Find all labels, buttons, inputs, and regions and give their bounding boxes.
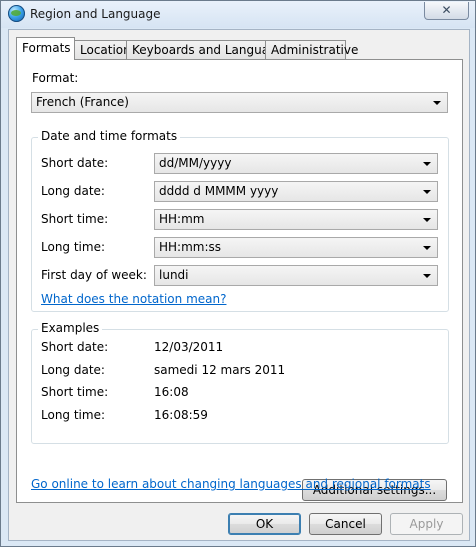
example-long-date-value: samedi 12 mars 2011 (154, 363, 286, 377)
example-short-date-value: 12/03/2011 (154, 340, 224, 354)
formats-panel: Format: French (France) Date and time fo… (16, 59, 463, 503)
chevron-down-icon (423, 162, 431, 166)
close-icon: ✕ (441, 3, 452, 17)
example-long-date-label: Long date: (41, 363, 105, 377)
chevron-down-icon (423, 274, 431, 278)
title-bar[interactable]: Region and Language ✕ (1, 1, 475, 28)
notation-help-link[interactable]: What does the notation mean? (41, 292, 226, 306)
first-day-of-week-label: First day of week: (41, 268, 147, 282)
tab-formats[interactable]: Formats (16, 37, 75, 60)
long-date-select-value: dddd d MMMM yyyy (159, 184, 279, 198)
format-label: Format: (32, 71, 79, 85)
online-help-link[interactable]: Go online to learn about changing langua… (31, 477, 431, 491)
tab-keyboards-and-languages[interactable]: Keyboards and Languages (126, 40, 290, 59)
example-short-time-label: Short time: (41, 385, 109, 399)
chevron-down-icon (423, 218, 431, 222)
ok-button[interactable]: OK (228, 513, 301, 535)
example-short-date-label: Short date: (41, 340, 109, 354)
format-select[interactable]: French (France) (31, 92, 448, 113)
short-date-select[interactable]: dd/MM/yyyy (154, 153, 438, 174)
long-time-select[interactable]: HH:mm:ss (154, 237, 438, 258)
short-time-select[interactable]: HH:mm (154, 209, 438, 230)
chevron-down-icon (423, 246, 431, 250)
tab-location[interactable]: Location (74, 40, 131, 59)
close-button[interactable]: ✕ (424, 2, 469, 20)
long-date-select[interactable]: dddd d MMMM yyyy (154, 181, 438, 202)
short-date-label: Short date: (41, 156, 109, 170)
example-short-time-value: 16:08 (154, 385, 189, 399)
example-long-time-value: 16:08:59 (154, 408, 208, 422)
chevron-down-icon (433, 101, 441, 105)
globe-icon (8, 5, 25, 22)
long-time-label: Long time: (41, 240, 106, 254)
cancel-button[interactable]: Cancel (309, 513, 382, 535)
first-day-of-week-select[interactable]: lundi (154, 265, 438, 286)
examples-group: Examples Short date: 12/03/2011 Long dat… (31, 321, 449, 444)
date-time-formats-title: Date and time formats (38, 129, 181, 143)
short-date-select-value: dd/MM/yyyy (159, 156, 232, 170)
format-select-value: French (France) (36, 95, 129, 109)
first-day-of-week-select-value: lundi (159, 268, 189, 282)
apply-button[interactable]: Apply (390, 513, 463, 535)
example-long-time-label: Long time: (41, 408, 106, 422)
dialog-client: Formats Location Keyboards and Languages… (8, 29, 470, 541)
region-language-window: Region and Language ✕ Formats Location K… (0, 0, 476, 547)
chevron-down-icon (423, 190, 431, 194)
date-time-formats-group: Date and time formats Short date: dd/MM/… (31, 129, 449, 312)
tab-administrative[interactable]: Administrative (265, 40, 358, 59)
examples-title: Examples (38, 321, 103, 335)
short-time-label: Short time: (41, 212, 109, 226)
short-time-select-value: HH:mm (159, 212, 205, 226)
long-date-label: Long date: (41, 184, 105, 198)
window-title: Region and Language (30, 7, 161, 21)
long-time-select-value: HH:mm:ss (159, 240, 222, 254)
